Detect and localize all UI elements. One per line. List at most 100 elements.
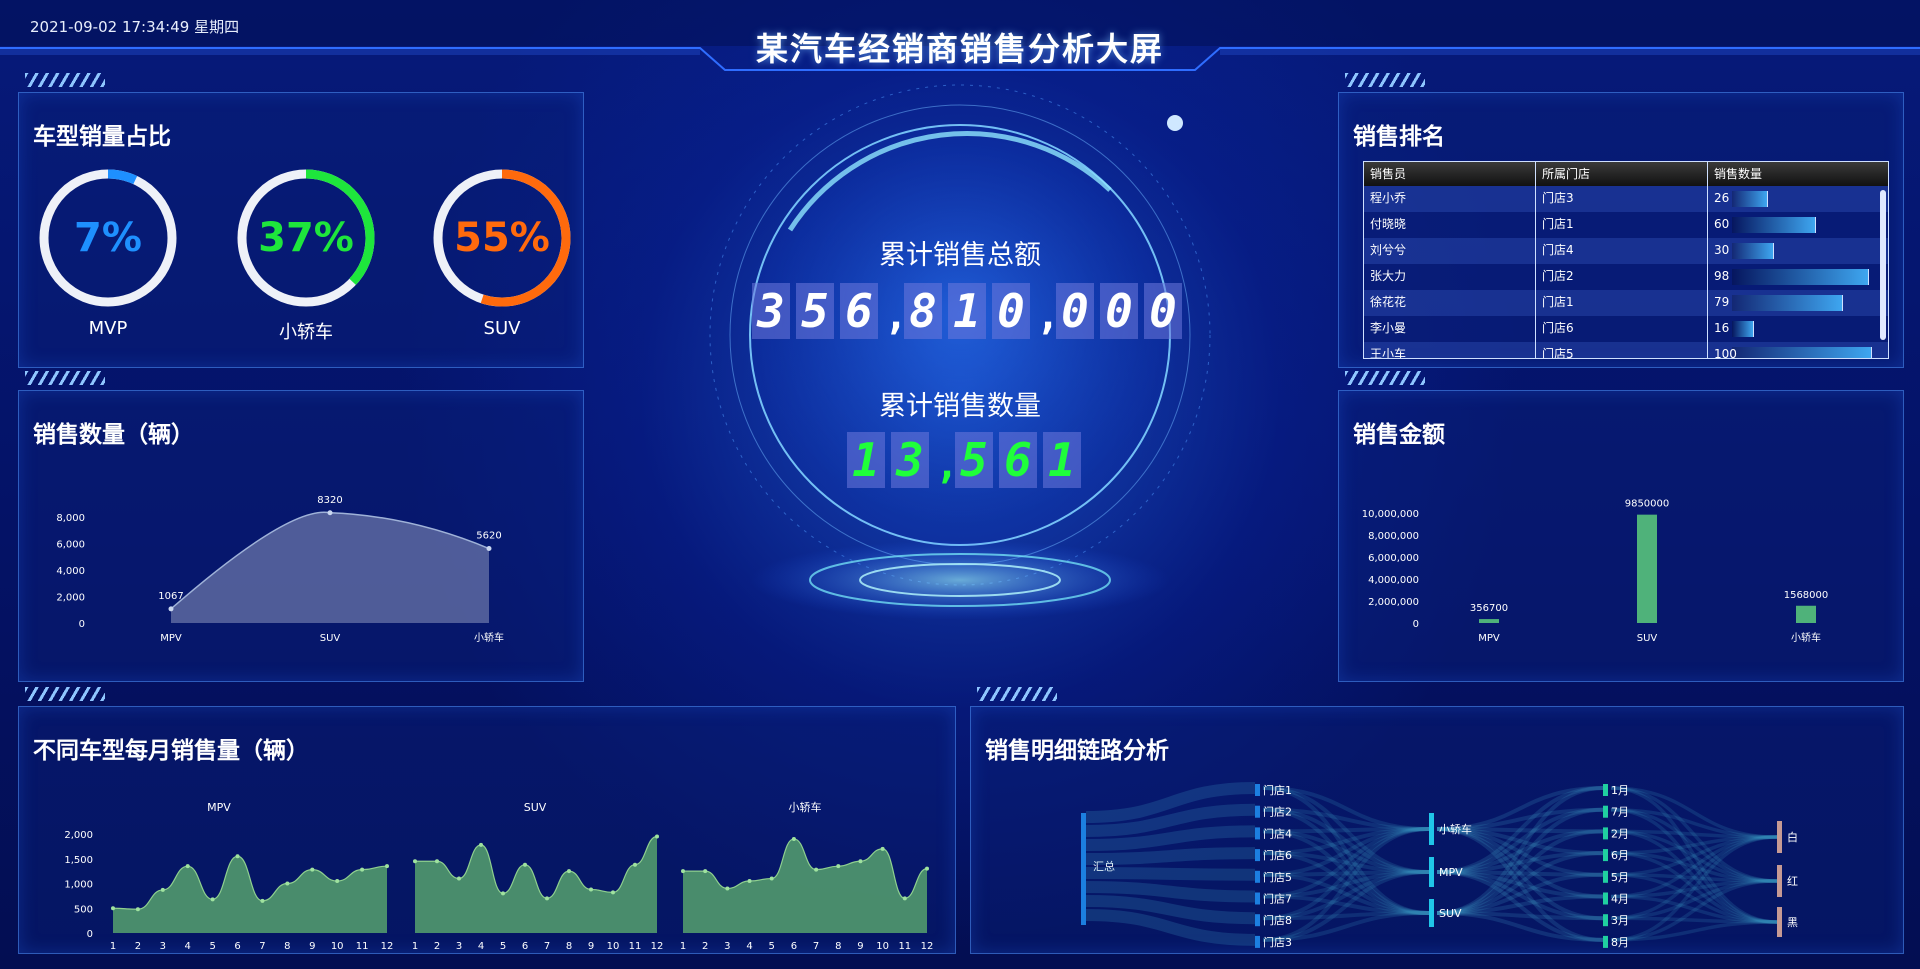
- scrollbar[interactable]: [1880, 190, 1886, 340]
- series-title: MPV: [207, 801, 231, 814]
- data-point: [210, 897, 215, 902]
- cell-salesperson: 刘兮兮: [1364, 238, 1536, 264]
- ring-percent: 7%: [74, 215, 142, 261]
- sankey-chart: 汇总门店1门店2门店4门店6门店5门店7门店8门店3小轿车MPVSUV1月7月2…: [1081, 782, 1798, 949]
- sankey-node: [1429, 899, 1434, 927]
- table-row[interactable]: 刘兮兮 门店4 30: [1364, 238, 1888, 264]
- data-point: [111, 906, 115, 911]
- qty-panel: 销售数量（辆） 0 2,000 4,000 6,000 8,000 1067 MPV 8320…: [18, 371, 584, 682]
- series-title: 小轿车: [789, 800, 822, 814]
- table-row[interactable]: 程小乔 门店3 26: [1364, 186, 1888, 212]
- table-row[interactable]: 李小曼 门店6 16: [1364, 316, 1888, 342]
- sankey-node: [1429, 813, 1434, 845]
- data-point: [703, 869, 708, 874]
- x-tick-label: 5: [209, 941, 215, 952]
- quantity-bar: [1732, 243, 1774, 259]
- data-point: [327, 510, 333, 516]
- data-point: [633, 862, 637, 867]
- x-tick-label: 9: [857, 941, 863, 952]
- cell-store: 门店3: [1536, 186, 1708, 212]
- x-tick-label: 小轿车: [1791, 631, 1821, 644]
- data-point: [589, 887, 593, 892]
- table-row[interactable]: 徐花花 门店1 79: [1364, 290, 1888, 316]
- sankey-node-label: 黑: [1787, 916, 1798, 929]
- x-tick-label: 10: [607, 941, 620, 952]
- table-row[interactable]: 王小车 门店5 100: [1364, 342, 1888, 358]
- sankey-node: [1603, 827, 1608, 840]
- pin-icon: [1167, 115, 1183, 131]
- data-label: 9850000: [1625, 499, 1670, 510]
- sankey-link: [1085, 847, 1256, 865]
- sankey-node-label: 8月: [1611, 936, 1629, 949]
- table-row[interactable]: 付晓晓 门店1 60: [1364, 212, 1888, 238]
- sankey-node-label: MPV: [1439, 866, 1463, 879]
- data-label: 5620: [476, 531, 501, 542]
- cell-salesperson: 张大力: [1364, 264, 1536, 290]
- cell-salesperson: 程小乔: [1364, 186, 1536, 212]
- sankey-link: [1085, 867, 1256, 881]
- table-row[interactable]: 张大力 门店2 98: [1364, 264, 1888, 290]
- digit-cell: 6: [999, 432, 1037, 488]
- data-point: [567, 869, 571, 874]
- sankey-node-label: 2月: [1611, 827, 1629, 840]
- y-tick-label: 8,000: [56, 513, 85, 524]
- rank-table: 销售员 所属门店 销售数量 程小乔 门店3 26 付晓晓 门店1 60 刘兮兮 门店4 30 张大…: [1363, 161, 1889, 359]
- digit-separator: ,: [1036, 293, 1061, 339]
- cell-store: 门店5: [1536, 342, 1708, 358]
- y-tick-label: 500: [74, 904, 93, 915]
- data-point: [457, 876, 461, 881]
- total-count-label: 累计销售数量: [879, 391, 1041, 422]
- quantity-bar: [1732, 321, 1755, 337]
- sankey-node: [1777, 821, 1782, 853]
- data-point: [858, 859, 863, 864]
- panel-decoration: [25, 687, 105, 701]
- y-tick-label: 2,000: [64, 830, 93, 841]
- quantity-value: 16: [1714, 321, 1730, 335]
- sankey-node-label: SUV: [1439, 907, 1462, 920]
- y-tick-label: 6,000,000: [1368, 553, 1419, 564]
- y-tick-label: 6,000: [56, 540, 85, 551]
- panel-decoration: [977, 687, 1057, 701]
- globe-graphic: [709, 84, 1211, 620]
- panel-title: 车型销量占比: [33, 124, 171, 150]
- sankey-link: [1436, 894, 1604, 915]
- y-tick-label: 1,000: [64, 880, 93, 891]
- y-tick-label: 8,000,000: [1368, 531, 1419, 542]
- table-header: 销售员 所属门店 销售数量: [1364, 162, 1888, 186]
- panel-decoration: [25, 73, 105, 87]
- x-tick-label: 6: [522, 941, 528, 952]
- x-tick-label: 6: [791, 941, 797, 952]
- data-point: [791, 836, 796, 841]
- monthly-panel: 不同车型每月销售量（辆） 0 500 1,000 1,500 2,000 MPV 1 2 3 4 5…: [18, 687, 956, 954]
- sankey-node-label: 门店5: [1263, 870, 1292, 884]
- bar: [1479, 619, 1499, 623]
- x-tick-label: 11: [629, 941, 642, 952]
- digit-cell: 6: [840, 283, 878, 339]
- quantity-bar: [1732, 191, 1769, 207]
- data-point: [769, 876, 774, 881]
- header-bar: 2021-09-02 17:34:49 星期四 某汽车经销商销售分析大屏: [0, 0, 1920, 78]
- data-point: [168, 606, 174, 612]
- data-point: [435, 859, 439, 864]
- cell-salesperson: 徐花花: [1364, 290, 1536, 316]
- panel-title: 销售排名: [1353, 124, 1445, 150]
- sankey-node-label: 7月: [1611, 806, 1629, 819]
- sankey-node: [1255, 935, 1260, 948]
- x-tick-label: 4: [478, 941, 484, 952]
- x-tick-label: 3: [160, 941, 166, 952]
- header-cell[interactable]: 销售数量: [1708, 162, 1888, 186]
- data-point: [235, 854, 240, 859]
- x-tick-label: MPV: [160, 633, 182, 644]
- header-cell[interactable]: 所属门店: [1536, 162, 1708, 186]
- y-tick-label: 1,500: [64, 855, 93, 866]
- sankey-node-label: 门店1: [1263, 783, 1292, 797]
- cell-store: 门店1: [1536, 290, 1708, 316]
- sankey-node: [1603, 935, 1608, 948]
- sankey-node-label: 门店2: [1263, 805, 1292, 819]
- bar: [1637, 514, 1657, 623]
- header-cell[interactable]: 销售员: [1364, 162, 1536, 186]
- sankey-node: [1255, 892, 1260, 905]
- quantity-value: 26: [1714, 191, 1730, 205]
- x-tick-label: 4: [746, 941, 752, 952]
- data-point: [260, 898, 265, 903]
